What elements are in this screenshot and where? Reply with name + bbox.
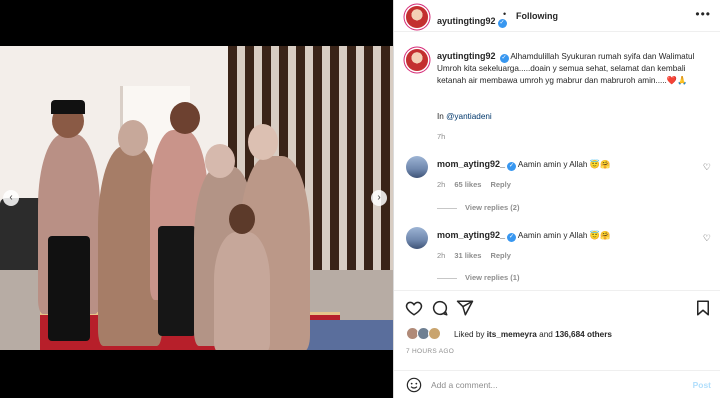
photo-person-1-cap	[51, 100, 85, 114]
comment-username[interactable]: mom_ayting92_	[437, 159, 505, 169]
comment-text: Aamin amin y Allah 😇🤗	[517, 231, 611, 240]
prev-arrow-icon[interactable]: ‹	[3, 190, 19, 206]
comment-reply-button[interactable]: Reply	[490, 180, 510, 189]
comment-reply-button[interactable]: Reply	[490, 251, 510, 260]
photo-person-6-head	[248, 124, 278, 160]
caption-verified-badge-icon: ✓	[499, 54, 509, 63]
comment-avatar[interactable]	[406, 156, 428, 178]
post-timestamp[interactable]: 7 HOURS AGO	[406, 348, 454, 355]
like-heart-icon[interactable]	[405, 299, 423, 317]
post-comment-button[interactable]: Post	[693, 380, 711, 390]
liker-username[interactable]: its_memeyra	[487, 330, 537, 339]
photo-person-5-head	[229, 204, 255, 234]
add-comment-input[interactable]: Add a comment...	[431, 380, 498, 390]
add-comment-bar: Add a comment... Post	[394, 370, 720, 398]
caption-tag-line: In @yantiadeni	[437, 112, 492, 121]
photo-rug-blue	[300, 320, 393, 350]
author-username[interactable]: ayutingting92 ✓	[437, 11, 507, 29]
photo-person-4-head	[205, 144, 235, 178]
photo-person-5-child	[214, 232, 270, 350]
comment-meta: 2h 31 likes Reply	[437, 251, 520, 260]
caption-username[interactable]: ayutingting92	[437, 51, 496, 61]
view-replies-button[interactable]: View replies (2)	[437, 203, 519, 212]
media-pane: ‹ ›	[0, 0, 393, 398]
share-send-icon[interactable]	[456, 299, 474, 317]
comment-likes[interactable]: 65 likes	[454, 180, 481, 189]
photo-person-1-legs	[48, 236, 90, 341]
comment-meta: 2h 65 likes Reply	[437, 180, 520, 189]
author-username-text[interactable]: ayutingting92	[437, 16, 496, 26]
emoji-smiley-icon[interactable]	[406, 377, 422, 393]
verified-badge-icon: ✓	[497, 19, 507, 28]
post-header: ayutingting92 ✓ • Following •••	[394, 0, 720, 32]
post-side-panel: ayutingting92 ✓ • Following ••• ayutingti…	[393, 0, 720, 398]
comment-verified-badge-icon: ✓	[507, 233, 517, 242]
comment-verified-badge-icon: ✓	[507, 162, 517, 171]
likes-prefix: Liked by	[454, 330, 487, 339]
comment-likes[interactable]: 31 likes	[454, 251, 481, 260]
caption-avatar[interactable]	[406, 49, 428, 71]
photo-person-3-legs	[158, 226, 196, 336]
comment-body: mom_ayting92_ ✓ Aamin amin y Allah 😇🤗	[437, 159, 610, 171]
comment-body: mom_ayting92_ ✓ Aamin amin y Allah 😇🤗	[437, 230, 610, 242]
instagram-post-view: ‹ › ayutingting92 ✓ • Following ••• ayuti…	[0, 0, 720, 398]
caption-time: 7h	[437, 132, 446, 141]
photo-person-3-head	[170, 102, 200, 134]
tagged-user-link[interactable]: @yantiadeni	[446, 112, 492, 121]
likes-and: and	[536, 330, 556, 339]
header-separator: •	[503, 9, 507, 19]
caption-in-prefix: In	[437, 112, 447, 121]
comment-avatar[interactable]	[406, 227, 428, 249]
likes-text: Liked by its_memeyra and 136,684 others	[454, 330, 612, 339]
more-options-icon[interactable]: •••	[695, 7, 711, 21]
likes-count[interactable]: 136,684 others	[555, 330, 612, 339]
post-photo[interactable]	[0, 46, 393, 350]
liker-avatar[interactable]	[428, 327, 441, 340]
comment-username[interactable]: mom_ayting92_	[437, 230, 505, 240]
caption: ayutingting92 ✓ Alhamdulillah Syukuran ru…	[437, 51, 707, 86]
view-replies-button[interactable]: View replies (1)	[437, 273, 519, 282]
following-button[interactable]: Following	[516, 11, 558, 21]
comment-text: Aamin amin y Allah 😇🤗	[517, 160, 611, 169]
comment-like-heart-icon[interactable]: ♡	[703, 162, 711, 173]
photo-person-2-head	[118, 120, 148, 156]
save-bookmark-icon[interactable]	[694, 299, 712, 317]
author-avatar[interactable]	[406, 6, 428, 28]
next-arrow-icon[interactable]: ›	[371, 190, 387, 206]
comment-time: 2h	[437, 180, 446, 189]
comments-list: ayutingting92 ✓ Alhamdulillah Syukuran ru…	[394, 33, 720, 290]
comment-bubble-icon[interactable]	[431, 299, 449, 317]
comment-like-heart-icon[interactable]: ♡	[703, 233, 711, 244]
comment-time: 2h	[437, 251, 446, 260]
post-actions: Liked by its_memeyra and 136,684 others …	[394, 290, 720, 370]
